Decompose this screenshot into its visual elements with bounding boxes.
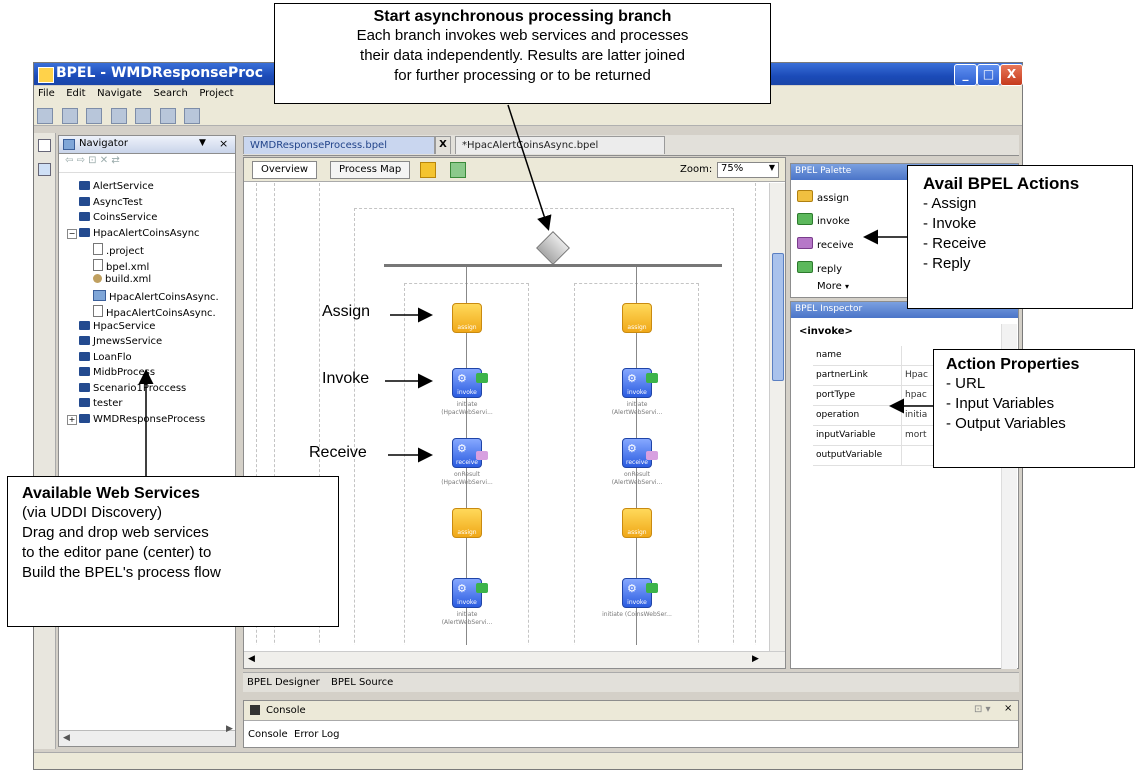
annotation-arrows [138, 104, 933, 476]
arrow-branch [507, 104, 552, 231]
